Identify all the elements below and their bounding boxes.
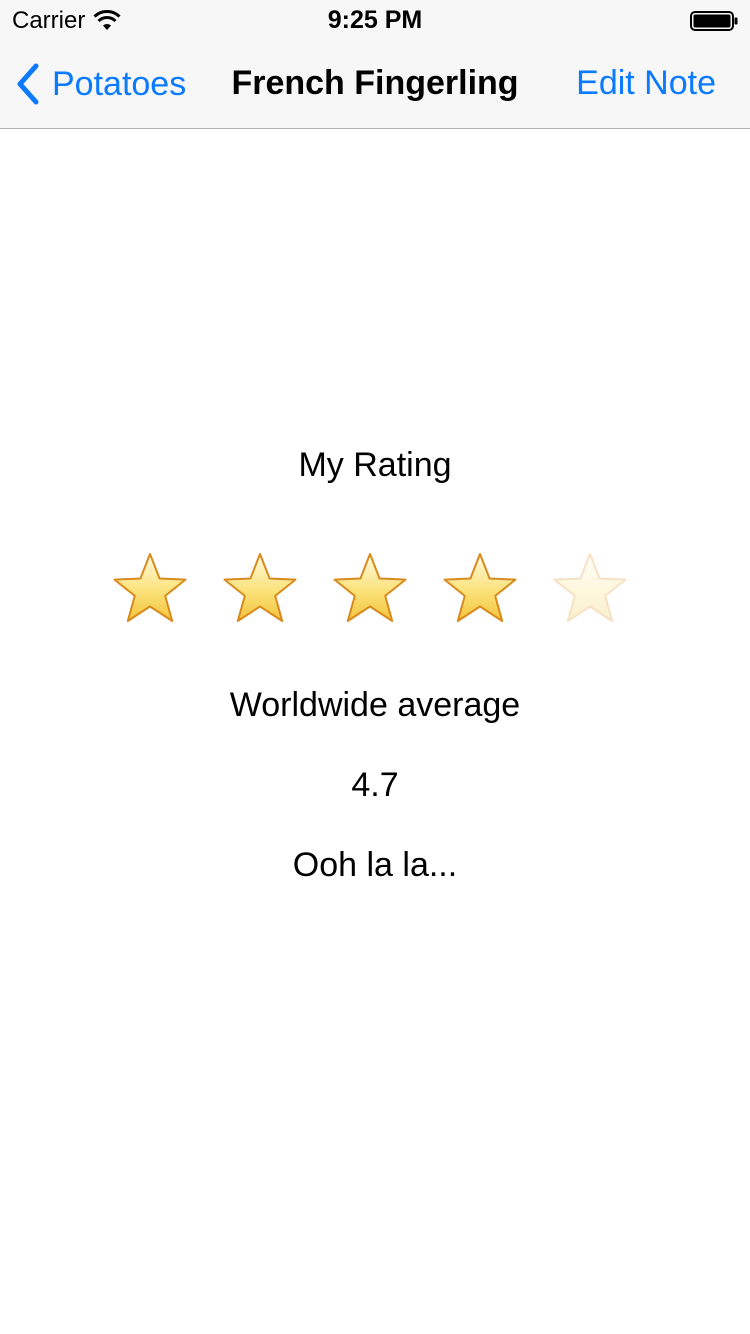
chevron-left-icon <box>14 62 42 106</box>
edit-note-button[interactable]: Edit Note <box>576 64 716 103</box>
navigation-bar: Potatoes French Fingerling Edit Note <box>0 40 750 129</box>
star-3-button[interactable] <box>332 550 408 626</box>
star-icon <box>443 553 517 622</box>
star-1-button[interactable] <box>112 550 188 626</box>
star-icon <box>223 553 297 622</box>
worldwide-average-value: 4.7 <box>351 766 399 804</box>
star-icon <box>553 553 627 622</box>
back-button-label: Potatoes <box>52 64 187 103</box>
star-rating-control <box>112 550 638 626</box>
note-text: Ooh la la... <box>292 846 458 884</box>
status-time: 9:25 PM <box>327 6 423 34</box>
detail-content: My Rating Worldwide average 4.7 Ooh la l… <box>0 130 750 1334</box>
star-icon <box>333 553 407 622</box>
worldwide-average-label: Worldwide average <box>229 686 521 724</box>
my-rating-label: My Rating <box>298 446 452 484</box>
back-button[interactable]: Potatoes <box>14 62 186 106</box>
star-2-button[interactable] <box>222 550 298 626</box>
star-icon <box>113 553 187 622</box>
star-4-button[interactable] <box>442 550 518 626</box>
status-bar: Carrier 9:25 PM <box>0 0 750 40</box>
star-5-button[interactable] <box>552 550 628 626</box>
battery-icon <box>690 11 738 31</box>
